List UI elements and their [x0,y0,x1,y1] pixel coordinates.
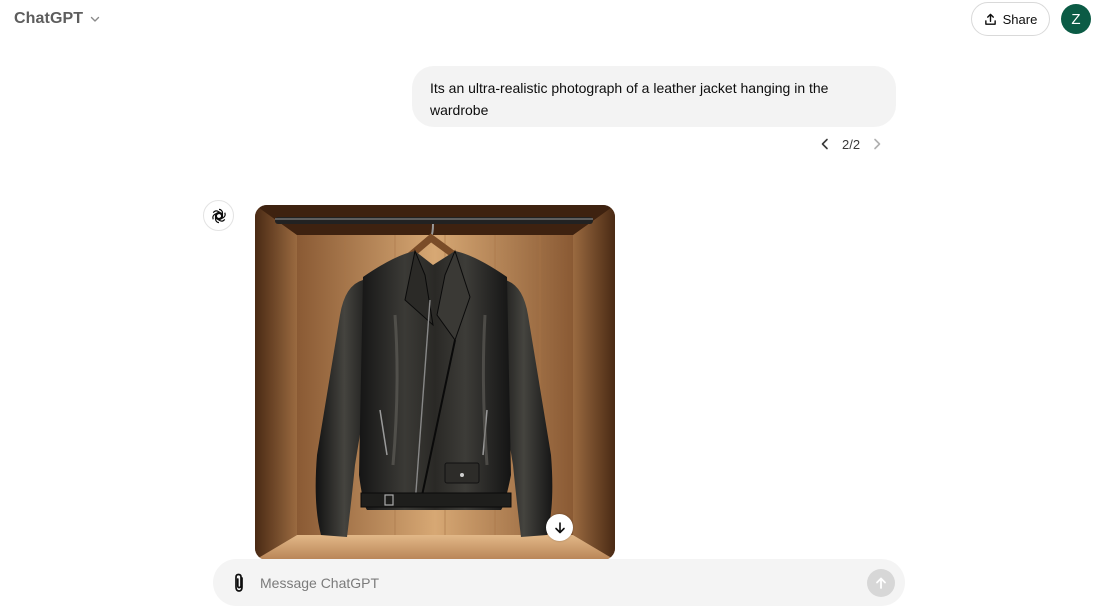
share-icon [984,13,996,25]
openai-logo-icon [211,208,226,223]
response-pager: 2/2 [818,134,884,154]
user-message-text: Its an ultra-realistic photograph of a l… [430,80,829,118]
download-image-button[interactable] [546,514,573,541]
share-button[interactable]: Share [971,2,1050,36]
message-composer [213,559,905,606]
previous-response-button[interactable] [818,137,832,151]
assistant-avatar [203,200,234,231]
arrow-up-icon [876,577,886,589]
generated-image[interactable] [255,205,615,560]
send-button[interactable] [867,569,895,597]
chevron-left-icon [821,138,828,150]
download-icon [554,521,565,533]
chevron-right-icon [874,138,881,150]
share-label: Share [1002,11,1038,27]
paperclip-icon [235,573,243,592]
top-bar: ChatGPT Share Z [0,0,1099,40]
pager-count: 2/2 [842,136,861,152]
avatar[interactable]: Z [1061,4,1091,34]
attach-file-button[interactable] [229,572,249,594]
user-message-bubble: Its an ultra-realistic photograph of a l… [412,66,896,127]
model-name: ChatGPT [14,10,84,27]
next-response-button[interactable] [870,137,884,151]
chevron-down-icon [90,16,100,22]
message-input[interactable] [260,571,850,595]
leather-jacket-image [255,205,615,560]
model-switcher[interactable]: ChatGPT [14,10,101,28]
